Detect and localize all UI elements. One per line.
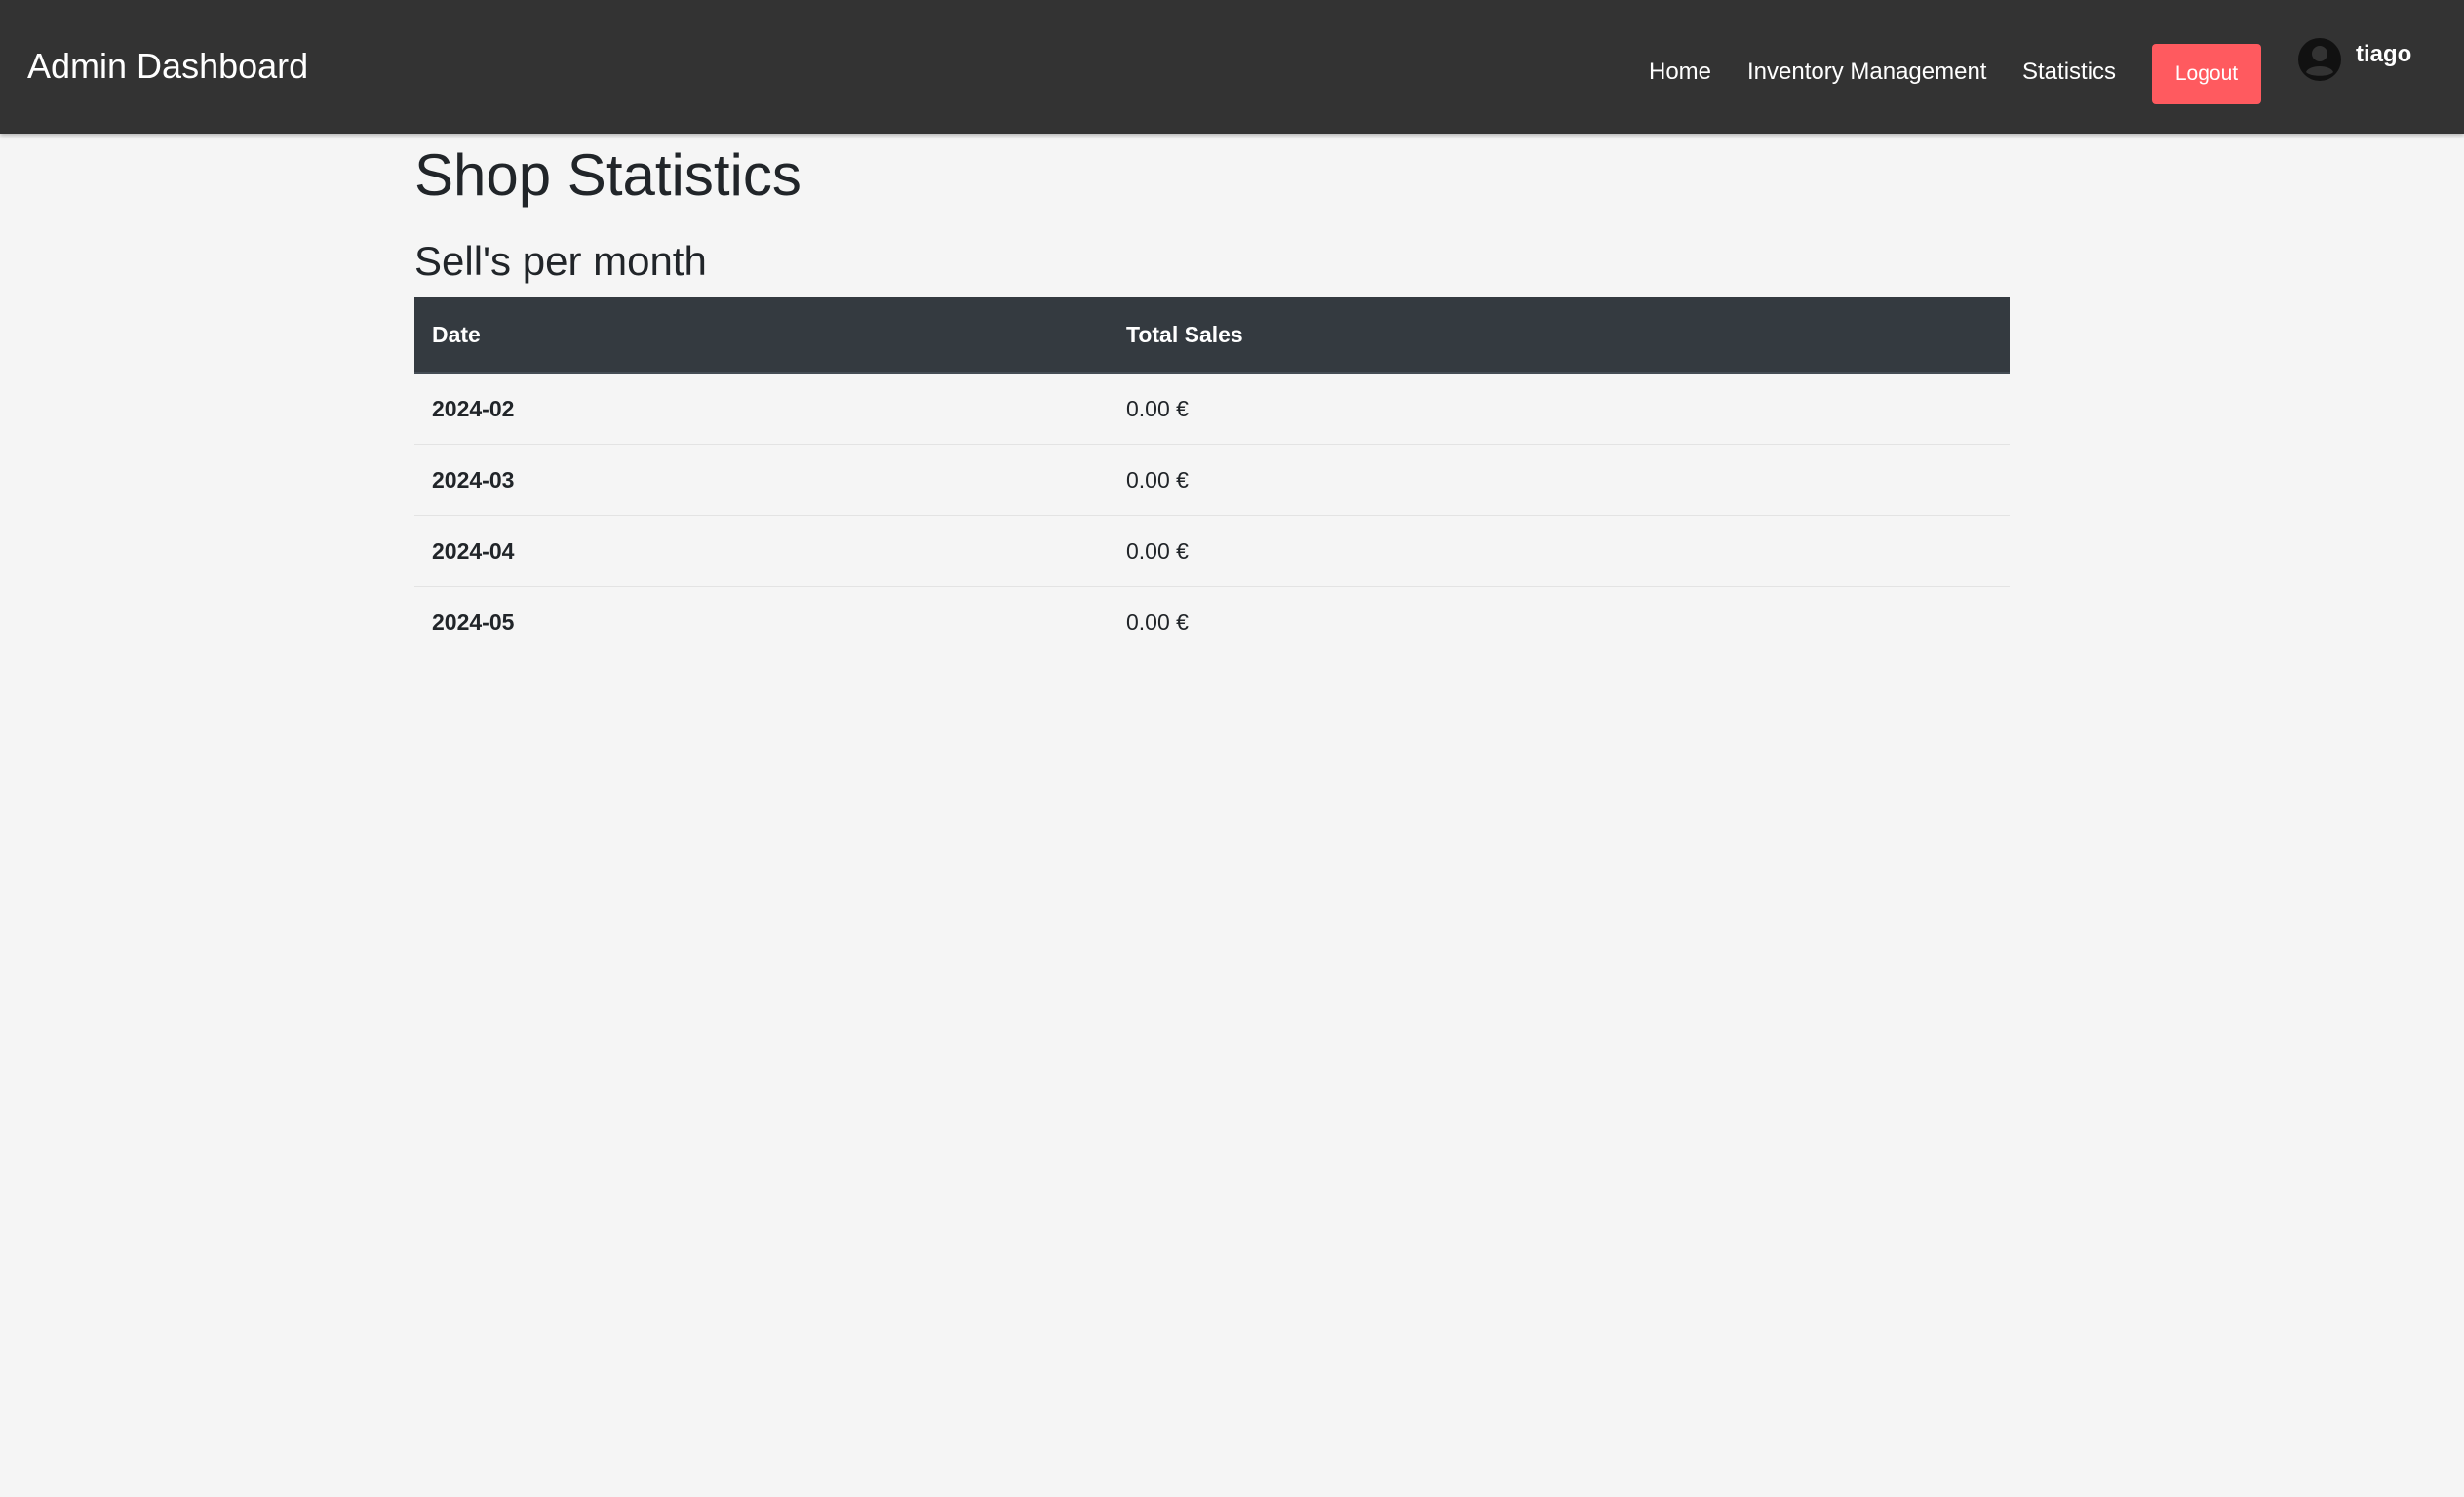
brand-title[interactable]: Admin Dashboard (27, 45, 308, 88)
page-title: Shop Statistics (414, 142, 802, 208)
total-sales-cell: 0.00 € (1109, 373, 2010, 445)
top-navbar: Admin Dashboard Home Inventory Managemen… (0, 0, 2464, 134)
table-row: 2024-04 0.00 € (414, 515, 2010, 587)
date-cell: 2024-05 (432, 609, 515, 635)
nav-link-inventory-management[interactable]: Inventory Management (1747, 57, 1986, 88)
nav-link-statistics[interactable]: Statistics (2022, 57, 2116, 88)
table-row: 2024-02 0.00 € (414, 373, 2010, 445)
total-sales-cell: 0.00 € (1109, 444, 2010, 516)
user-menu[interactable]: tiago (2297, 36, 2411, 83)
column-header-date: Date (414, 297, 1109, 374)
logout-button[interactable]: Logout (2152, 44, 2261, 104)
column-header-total-sales: Total Sales (1109, 297, 2010, 374)
date-cell: 2024-04 (414, 515, 1109, 587)
total-sales-cell: 0.00 € (1126, 609, 1189, 635)
total-sales-cell: 0.00 € (1109, 515, 2010, 587)
section-title: Sell's per month (414, 238, 707, 284)
username-label: tiago (2356, 41, 2412, 67)
user-circle-icon (2298, 38, 2341, 81)
date-cell: 2024-02 (414, 373, 1109, 445)
sales-per-month-table: Date Total Sales 2024-02 0.00 € 2024-03 … (414, 297, 2010, 657)
table-header-row: Date Total Sales (414, 297, 2010, 374)
table-row: 2024-05 0.00 € (414, 587, 2010, 658)
nav-link-home[interactable]: Home (1649, 57, 1711, 88)
date-cell: 2024-03 (414, 444, 1109, 516)
table-row: 2024-03 0.00 € (414, 444, 2010, 516)
